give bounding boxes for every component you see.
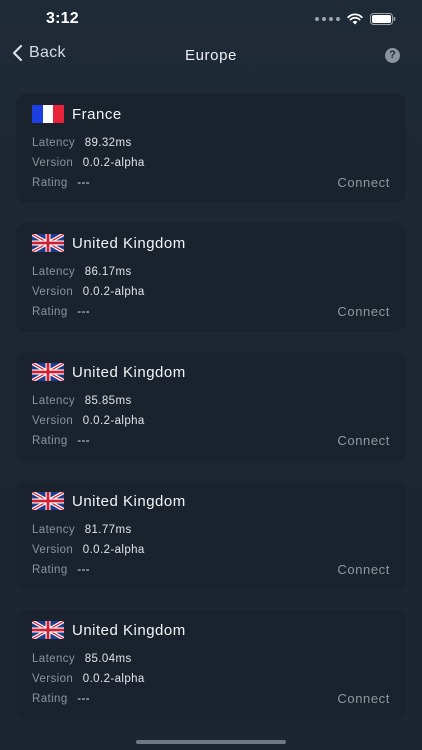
country-name: United Kingdom	[72, 234, 186, 252]
battery-icon	[370, 13, 396, 25]
latency-row: Latency 81.77ms	[32, 524, 132, 536]
version-row: Version 0.0.2-alpha	[32, 673, 145, 685]
uk-flag-icon	[32, 234, 64, 252]
latency-value: 86.17ms	[84, 266, 132, 278]
version-value: 0.0.2-alpha	[82, 544, 145, 556]
connect-button[interactable]: Connect	[337, 562, 390, 577]
country-name: France	[72, 105, 122, 123]
version-value: 0.0.2-alpha	[82, 157, 145, 169]
version-label: Version	[32, 415, 74, 427]
version-row: Version 0.0.2-alpha	[32, 286, 145, 298]
latency-value: 89.32ms	[84, 137, 132, 149]
version-label: Version	[32, 286, 74, 298]
version-label: Version	[32, 157, 74, 169]
rating-label: Rating	[32, 564, 68, 576]
latency-label: Latency	[32, 266, 76, 278]
home-indicator[interactable]	[136, 740, 286, 744]
card-header: United Kingdom	[32, 363, 186, 381]
uk-flag-icon	[32, 621, 64, 639]
uk-flag-icon	[32, 492, 64, 510]
latency-label: Latency	[32, 524, 76, 536]
rating-row: Rating ---	[32, 693, 90, 705]
rating-value: ---	[77, 564, 90, 576]
card-header: United Kingdom	[32, 234, 186, 252]
uk-flag-icon	[32, 363, 64, 381]
version-value: 0.0.2-alpha	[82, 286, 145, 298]
version-value: 0.0.2-alpha	[82, 415, 145, 427]
connect-button[interactable]: Connect	[337, 304, 390, 319]
rating-row: Rating ---	[32, 564, 90, 576]
signal-dots-icon	[315, 17, 340, 21]
status-icons	[315, 12, 396, 26]
version-row: Version 0.0.2-alpha	[32, 157, 145, 169]
version-row: Version 0.0.2-alpha	[32, 415, 145, 427]
latency-row: Latency 85.04ms	[32, 653, 132, 665]
latency-value: 81.77ms	[84, 524, 132, 536]
rating-value: ---	[77, 306, 90, 318]
rating-label: Rating	[32, 177, 68, 189]
card-header: United Kingdom	[32, 492, 186, 510]
latency-row: Latency 86.17ms	[32, 266, 132, 278]
france-flag-icon	[32, 105, 64, 123]
latency-row: Latency 89.32ms	[32, 137, 132, 149]
server-card[interactable]: United Kingdom Latency 81.77ms Version 0…	[16, 480, 406, 590]
help-icon[interactable]: ?	[385, 48, 400, 63]
card-header: France	[32, 105, 122, 123]
latency-value: 85.85ms	[84, 395, 132, 407]
version-value: 0.0.2-alpha	[82, 673, 145, 685]
card-header: United Kingdom	[32, 621, 186, 639]
version-label: Version	[32, 673, 74, 685]
connect-button[interactable]: Connect	[337, 433, 390, 448]
rating-label: Rating	[32, 693, 68, 705]
status-time: 3:12	[46, 10, 79, 27]
rating-row: Rating ---	[32, 435, 90, 447]
latency-label: Latency	[32, 395, 76, 407]
nav-bar: Back Europe ?	[0, 40, 422, 74]
rating-value: ---	[77, 435, 90, 447]
latency-label: Latency	[32, 137, 76, 149]
connect-button[interactable]: Connect	[337, 175, 390, 190]
page-title: Europe	[185, 47, 237, 64]
country-name: United Kingdom	[72, 621, 186, 639]
rating-label: Rating	[32, 435, 68, 447]
server-card[interactable]: United Kingdom Latency 85.04ms Version 0…	[16, 609, 406, 719]
latency-row: Latency 85.85ms	[32, 395, 132, 407]
latency-value: 85.04ms	[84, 653, 132, 665]
version-label: Version	[32, 544, 74, 556]
latency-label: Latency	[32, 653, 76, 665]
rating-row: Rating ---	[32, 306, 90, 318]
server-card[interactable]: United Kingdom Latency 86.17ms Version 0…	[16, 222, 406, 332]
server-list: France Latency 89.32ms Version 0.0.2-alp…	[16, 93, 406, 738]
rating-row: Rating ---	[32, 177, 90, 189]
country-name: United Kingdom	[72, 363, 186, 381]
rating-value: ---	[77, 177, 90, 189]
version-row: Version 0.0.2-alpha	[32, 544, 145, 556]
rating-value: ---	[77, 693, 90, 705]
rating-label: Rating	[32, 306, 68, 318]
server-card[interactable]: France Latency 89.32ms Version 0.0.2-alp…	[16, 93, 406, 203]
server-card[interactable]: United Kingdom Latency 85.85ms Version 0…	[16, 351, 406, 461]
status-bar: 3:12	[0, 0, 422, 40]
country-name: United Kingdom	[72, 492, 186, 510]
connect-button[interactable]: Connect	[337, 691, 390, 706]
wifi-icon	[347, 13, 363, 25]
